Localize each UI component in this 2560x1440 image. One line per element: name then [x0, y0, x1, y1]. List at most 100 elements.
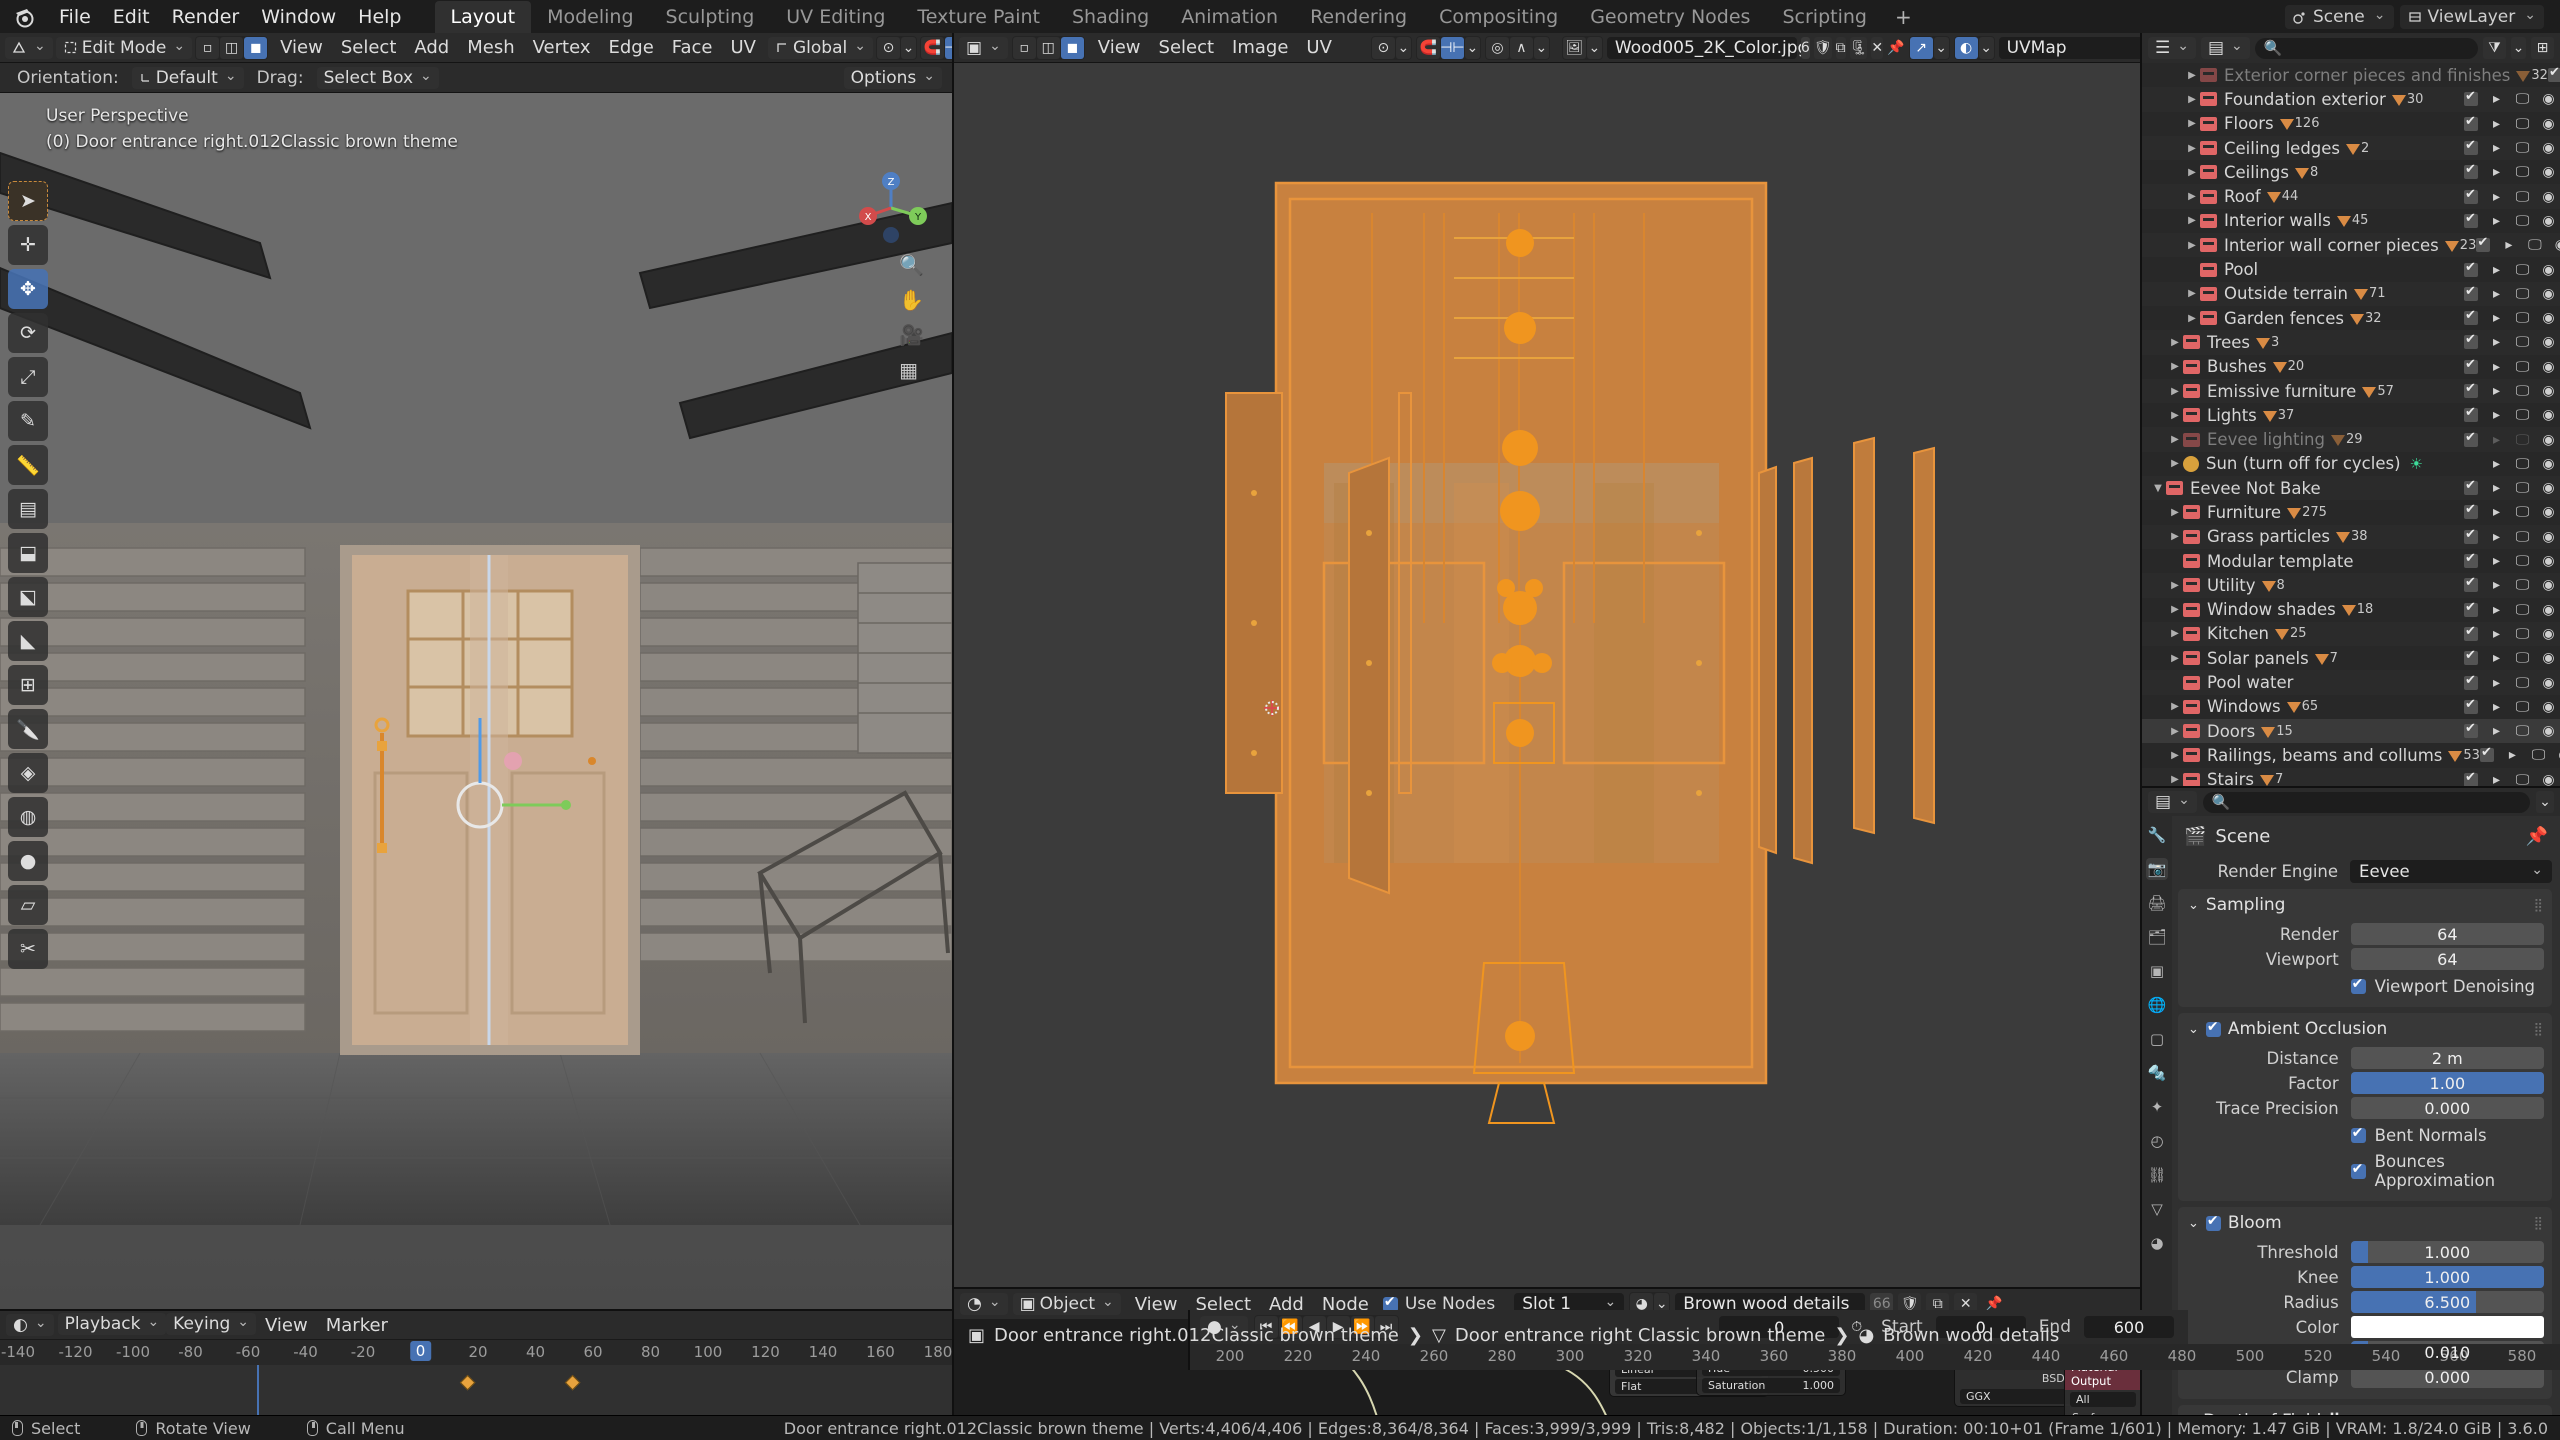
workspace-tab-shading[interactable]: Shading — [1056, 1, 1165, 33]
selectable-icon[interactable]: ▸ — [2489, 504, 2504, 520]
exclude-checkbox[interactable] — [2464, 603, 2478, 617]
disclosure-triangle-icon[interactable]: ▶ — [2167, 580, 2183, 591]
disable-render-icon[interactable]: ◉ — [2541, 577, 2556, 593]
outliner-item-label[interactable]: Trees — [2207, 333, 2250, 352]
disable-viewport-icon[interactable]: 🖵 — [2515, 772, 2530, 786]
checkbox-icon[interactable] — [2351, 1128, 2366, 1143]
outliner-new-collection-icon[interactable]: ⊞ — [2531, 37, 2554, 59]
selectable-icon[interactable]: ▸ — [2489, 577, 2504, 593]
disable-viewport-icon[interactable]: 🖵 — [2515, 164, 2530, 180]
disclosure-triangle-icon[interactable]: ▶ — [2167, 628, 2183, 639]
outliner-item-label[interactable]: Modular template — [2207, 552, 2353, 571]
uv-edge-select-icon[interactable]: ◫ — [1037, 37, 1060, 59]
selectable-icon[interactable]: ▸ — [2489, 432, 2504, 448]
panel-header[interactable]: ⌄Sampling⣿ — [2186, 891, 2544, 920]
selectable-icon[interactable]: ▸ — [2489, 602, 2504, 618]
uv-menu-uv[interactable]: UV — [1297, 35, 1341, 60]
keyframe-marker[interactable] — [460, 1375, 476, 1391]
pin-icon[interactable]: 📌 — [1887, 37, 1904, 59]
exclude-checkbox[interactable] — [2464, 554, 2478, 568]
chevron-down-icon[interactable]: ⌄ — [2188, 1216, 2199, 1231]
disable-viewport-icon[interactable]: 🖵 — [2515, 504, 2530, 520]
shader-type-selector[interactable]: ▣ Object — [1013, 1293, 1121, 1315]
disable-viewport-icon[interactable]: 🖵 — [2515, 262, 2530, 278]
disclosure-triangle-icon[interactable]: ▶ — [2167, 726, 2183, 737]
pin-icon[interactable]: 📌 — [2526, 826, 2548, 847]
outliner-row[interactable]: ▶Kitchen25▸🖵◉ — [2142, 622, 2560, 646]
disclosure-triangle-icon[interactable]: ▶ — [2184, 167, 2200, 178]
outliner-item-label[interactable]: Doors — [2207, 722, 2255, 741]
camera-view-icon[interactable]: 🎥 — [899, 323, 924, 347]
outliner-row[interactable]: ▶Doors15▸🖵◉ — [2142, 719, 2560, 743]
panel-depth-of-field[interactable]: ❯Depth of Field⣿ — [2178, 1405, 2552, 1415]
property-value-field[interactable]: 1.000 — [2351, 1241, 2544, 1263]
outliner-item-label[interactable]: Eevee lighting — [2207, 430, 2325, 449]
outliner-item-label[interactable]: Outside terrain — [2224, 284, 2348, 303]
tweak-tool-icon[interactable]: ➤ — [8, 181, 48, 221]
zoom-icon[interactable]: 🔍 — [899, 253, 924, 277]
disable-render-icon[interactable]: ◉ — [2541, 91, 2556, 107]
scene-selector[interactable]: Scene — [2285, 5, 2394, 29]
tab-particles[interactable]: ✦ — [2146, 1096, 2168, 1118]
chevron-down-icon[interactable]: ⌄ — [1934, 37, 1949, 59]
selectable-icon[interactable]: ▸ — [2489, 116, 2504, 132]
outliner-item-label[interactable]: Ceilings — [2224, 163, 2289, 182]
chevron-down-icon[interactable]: ⌄ — [1465, 37, 1480, 59]
edge-select-icon[interactable]: ◫ — [220, 37, 243, 59]
outliner-row[interactable]: ▶Window shades18▸🖵◉ — [2142, 598, 2560, 622]
property-value-field[interactable]: 64 — [2351, 948, 2544, 970]
panel-drag-handle[interactable]: ⣿ — [2533, 1022, 2544, 1037]
disable-viewport-icon[interactable]: 🖵 — [2531, 747, 2546, 763]
vertex-select-icon[interactable]: ▫ — [196, 37, 219, 59]
outliner-row[interactable]: Modular template▸🖵◉ — [2142, 549, 2560, 573]
uv-falloff-icon[interactable]: ∧ — [1510, 37, 1533, 59]
breadcrumb-material[interactable]: Brown wood details — [1883, 1325, 2059, 1346]
exclude-checkbox[interactable] — [2464, 408, 2478, 422]
outliner-item-label[interactable]: Furniture — [2207, 503, 2281, 522]
outliner-row[interactable]: ▶Trees3▸🖵◉ — [2142, 330, 2560, 354]
disable-viewport-icon[interactable]: 🖵 — [2515, 480, 2530, 496]
disable-render-icon[interactable]: ◉ — [2541, 213, 2556, 229]
disable-render-icon[interactable]: ◉ — [2541, 675, 2556, 691]
uv-vertex-select-icon[interactable]: ▫ — [1013, 37, 1036, 59]
disclosure-triangle-icon[interactable]: ▶ — [2167, 386, 2183, 397]
outliner-row[interactable]: ▶Exterior corner pieces and finishes32▸🖵… — [2142, 63, 2560, 87]
property-value-field[interactable]: 64 — [2351, 923, 2544, 945]
exclude-checkbox[interactable] — [2464, 651, 2478, 665]
panel-drag-handle[interactable]: ⣿ — [2533, 1216, 2544, 1231]
workspace-tab-layout[interactable]: Layout — [435, 1, 532, 33]
viewport-menu-view[interactable]: View — [271, 35, 332, 60]
disable-render-icon[interactable]: ◉ — [2541, 334, 2556, 350]
selectable-icon[interactable]: ▸ — [2489, 699, 2504, 715]
exclude-checkbox[interactable] — [2464, 263, 2478, 277]
viewport-menu-select[interactable]: Select — [332, 35, 406, 60]
outliner-row[interactable]: ▶Utility8▸🖵◉ — [2142, 573, 2560, 597]
disable-render-icon[interactable]: ◉ — [2541, 699, 2556, 715]
selectable-icon[interactable]: ▸ — [2489, 383, 2504, 399]
disclosure-triangle-icon[interactable]: ▶ — [2167, 774, 2183, 785]
chevron-down-icon[interactable]: ⌄ — [901, 37, 916, 59]
exclude-checkbox[interactable] — [2464, 311, 2478, 325]
property-checkbox-row[interactable]: Bounces Approximation — [2186, 1148, 2544, 1193]
chevron-down-icon[interactable]: ⌄ — [2188, 898, 2199, 913]
outliner-item-label[interactable]: Windows — [2207, 697, 2281, 716]
selectable-icon[interactable]: ▸ — [2489, 164, 2504, 180]
outliner-row[interactable]: ▶Outside terrain71▸🖵◉ — [2142, 282, 2560, 306]
disclosure-triangle-icon[interactable]: ▶ — [2184, 94, 2200, 105]
outliner-item-label[interactable]: Eevee Not Bake — [2190, 479, 2321, 498]
outliner-item-label[interactable]: Ceiling ledges — [2224, 139, 2340, 158]
outliner-item-label[interactable]: Exterior corner pieces and finishes — [2224, 66, 2510, 85]
uvmap-name-field[interactable]: UVMap — [1999, 37, 2149, 59]
inset-faces-tool-icon[interactable]: ⬕ — [8, 577, 48, 617]
viewlayer-selector[interactable]: ViewLayer — [2400, 5, 2544, 29]
keyframe-marker[interactable] — [565, 1375, 581, 1391]
exclude-checkbox[interactable] — [2464, 676, 2478, 690]
render-engine-select[interactable]: Eevee — [2350, 860, 2552, 883]
pack-image-icon[interactable]: 🗜 — [1850, 37, 1868, 59]
timeline-menu-marker[interactable]: Marker — [317, 1313, 397, 1338]
disclosure-triangle-icon[interactable]: ▶ — [2184, 240, 2200, 251]
outliner-row[interactable]: ▶Solar panels7▸🖵◉ — [2142, 646, 2560, 670]
property-checkbox-row[interactable]: Viewport Denoising — [2186, 973, 2544, 999]
outliner-item-label[interactable]: Lights — [2207, 406, 2257, 425]
extrude-tool-icon[interactable]: ⬓ — [8, 533, 48, 573]
